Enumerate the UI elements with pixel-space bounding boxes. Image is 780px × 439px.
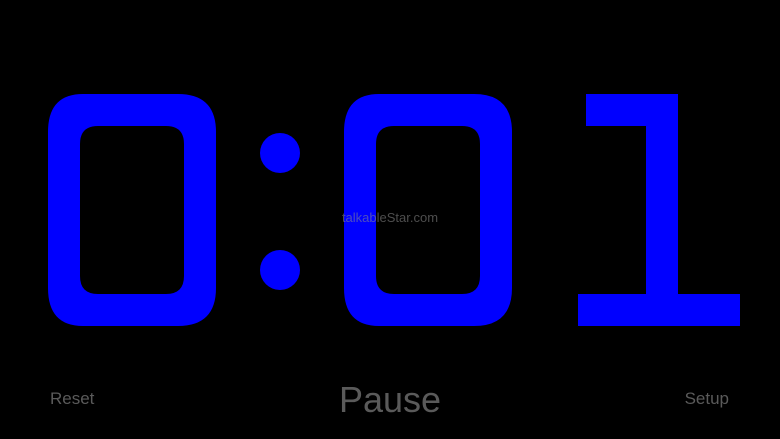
pause-button-row: Pause	[0, 380, 780, 420]
timer-digit-minutes	[48, 94, 216, 326]
timer-digit-seconds-ones	[578, 94, 740, 326]
timer-screen: talkableStar.com Reset Pause Setup	[0, 0, 780, 439]
timer-digit-seconds-tens	[344, 94, 512, 326]
timer-colon	[260, 133, 300, 290]
timer-display	[48, 94, 740, 326]
setup-button[interactable]: Setup	[685, 389, 729, 409]
pause-button[interactable]: Pause	[339, 379, 441, 420]
